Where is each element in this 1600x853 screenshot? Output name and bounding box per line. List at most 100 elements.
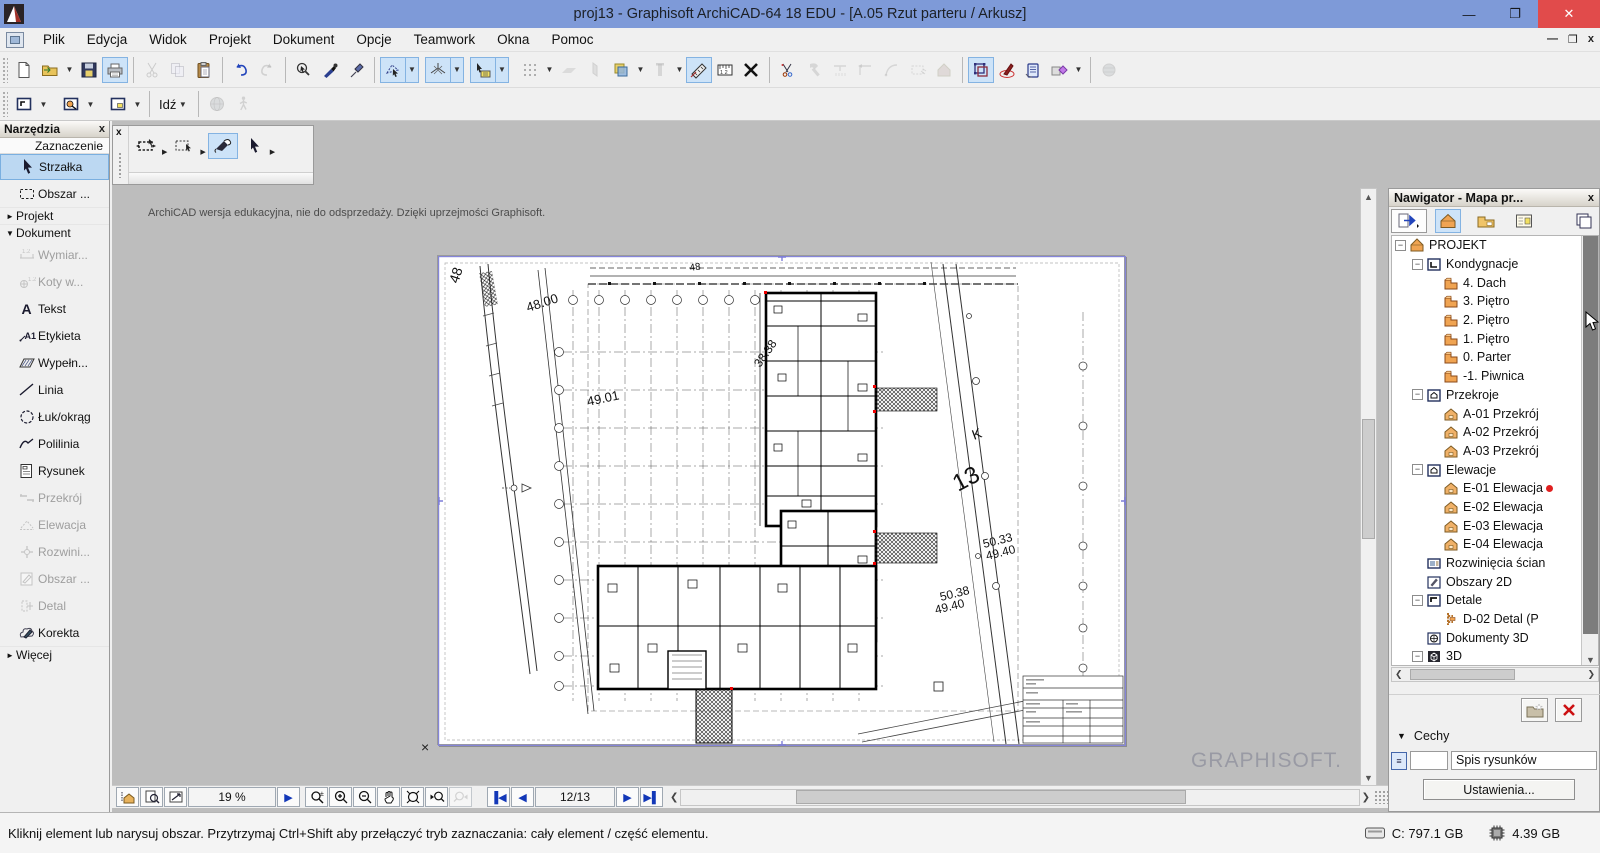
- menu-item[interactable]: Teamwork: [403, 30, 487, 49]
- new-button[interactable]: [11, 57, 37, 83]
- layout-book-dropdown[interactable]: ▼: [131, 91, 144, 117]
- tree-item-label[interactable]: E-04 Elewacja: [1463, 537, 1543, 551]
- toolbox-item[interactable]: Projekt: [0, 207, 109, 224]
- tree-scroll-thumb[interactable]: [1583, 236, 1598, 634]
- frame-selection-button[interactable]: [968, 57, 994, 83]
- menu-item[interactable]: Widok: [138, 30, 198, 49]
- go-button[interactable]: Idź▼: [155, 92, 193, 116]
- tree-row[interactable]: − E-01 Elewacja: [1392, 479, 1582, 498]
- tree-item-label[interactable]: PROJEKT: [1429, 238, 1487, 252]
- toolbox-item[interactable]: Dokument: [0, 224, 109, 241]
- arrow-cursor-button[interactable]: [239, 133, 269, 159]
- toolbox-item[interactable]: 1.2 Koty w...: [0, 268, 109, 295]
- toolbox-item[interactable]: Elewacja: [0, 511, 109, 538]
- tree-item-label[interactable]: A-03 Przekrój: [1463, 444, 1539, 458]
- tree-expand-toggle[interactable]: −: [1395, 240, 1406, 251]
- curve-edit-button[interactable]: [879, 57, 905, 83]
- toolbox-item[interactable]: Łuk/okrąg: [0, 403, 109, 430]
- toolbox-item[interactable]: Obszar ...: [0, 180, 109, 207]
- toolbox-item[interactable]: Polilinia: [0, 430, 109, 457]
- cut-button[interactable]: [139, 57, 165, 83]
- preview-button[interactable]: [140, 787, 163, 807]
- menu-item[interactable]: Opcje: [345, 30, 402, 49]
- next-zoom-button[interactable]: [449, 787, 472, 807]
- tree-row[interactable]: − 4. Dach: [1392, 273, 1582, 292]
- print-button[interactable]: [102, 57, 128, 83]
- vertical-scroll-thumb[interactable]: [1362, 419, 1375, 539]
- cursor-snap-toggle[interactable]: [470, 57, 496, 83]
- tree-scroll-right-icon[interactable]: ❯: [1587, 669, 1595, 680]
- toolbox-item[interactable]: Korekta: [0, 619, 109, 646]
- layout-canvas[interactable]: x ▶ ▶ ▶ ArchiCAD wersja edukacyjna, nie …: [110, 121, 1388, 812]
- project-chooser-dropdown[interactable]: ▼: [37, 91, 50, 117]
- tree-row[interactable]: − Elewacje: [1392, 460, 1582, 479]
- first-layout-button[interactable]: ▐◀: [487, 787, 510, 807]
- quick-options-button[interactable]: [116, 787, 139, 807]
- copy-button[interactable]: [165, 57, 191, 83]
- canvas-horizontal-scrollbar[interactable]: [680, 789, 1359, 806]
- tree-row[interactable]: − Przekroje: [1392, 386, 1582, 405]
- hscroll-right-icon[interactable]: ❯: [1362, 792, 1370, 803]
- navigator-header[interactable]: Nawigator - Mapa pr... x: [1389, 189, 1599, 207]
- layout-page[interactable]: 484848.0049.0138.38K1350.3349.4050.3849.…: [437, 255, 1125, 745]
- horizontal-scroll-thumb[interactable]: [796, 790, 1186, 804]
- new-layout-button[interactable]: [1521, 698, 1548, 722]
- split-button[interactable]: [775, 57, 801, 83]
- grid-snap-dropdown[interactable]: ▼: [543, 57, 556, 83]
- tree-row[interactable]: − A-03 Przekrój: [1392, 442, 1582, 461]
- tree-item-label[interactable]: D-02 Detal (P: [1463, 612, 1539, 626]
- previous-layout-button[interactable]: ◀: [511, 787, 534, 807]
- tree-expand-toggle[interactable]: −: [1412, 595, 1423, 606]
- tree-item-label[interactable]: 1. Piętro: [1463, 332, 1510, 346]
- tree-row[interactable]: − A-01 Przekrój: [1392, 404, 1582, 423]
- organizer-button[interactable]: [1020, 57, 1046, 83]
- layout-book-button[interactable]: [1511, 209, 1537, 233]
- tree-hscroll-thumb[interactable]: [1410, 669, 1515, 680]
- tree-item-label[interactable]: E-02 Elewacja: [1463, 500, 1543, 514]
- project-map-button[interactable]: [1435, 209, 1461, 233]
- toolbox-close-icon[interactable]: x: [99, 123, 105, 135]
- tree-row[interactable]: − Rozwinięcia ścian: [1392, 554, 1582, 573]
- tree-item-label[interactable]: 3D: [1446, 649, 1462, 663]
- tree-row[interactable]: − E-02 Elewacja: [1392, 498, 1582, 517]
- mdi-minimize-button[interactable]: —: [1547, 33, 1558, 46]
- guide-lines-toggle[interactable]: [425, 57, 451, 83]
- open-button[interactable]: [37, 57, 63, 83]
- name-field[interactable]: Spis rysunków: [1451, 751, 1597, 770]
- suspend-groups-dropdown[interactable]: ▼: [406, 57, 419, 83]
- toolbox-item[interactable]: Przekrój: [0, 484, 109, 511]
- paste-button[interactable]: [191, 57, 217, 83]
- fit-drawing-button[interactable]: [164, 787, 187, 807]
- toolbox-header[interactable]: Narzędzia x: [0, 121, 109, 138]
- element-snap-button[interactable]: [647, 57, 673, 83]
- quick-select-button[interactable]: [208, 133, 238, 159]
- tree-row[interactable]: − 1. Piętro: [1392, 329, 1582, 348]
- adjust-button[interactable]: [801, 57, 827, 83]
- zoom-out-button[interactable]: [353, 787, 376, 807]
- menu-item[interactable]: Edycja: [76, 30, 139, 49]
- layout-number-field[interactable]: 12/13: [535, 787, 615, 807]
- toolbar-grip[interactable]: [2, 57, 8, 83]
- tree-item-label[interactable]: 4. Dach: [1463, 276, 1506, 290]
- marquee-single-button[interactable]: [169, 133, 199, 159]
- teamwork-button[interactable]: [1096, 57, 1122, 83]
- zoom-level-field[interactable]: 19 %: [188, 787, 276, 807]
- tree-horizontal-scrollbar[interactable]: ❮ ❯: [1391, 667, 1599, 682]
- cursor-snap-dropdown[interactable]: ▼: [496, 57, 509, 83]
- tree-row[interactable]: − A-02 Przekrój: [1392, 423, 1582, 442]
- tree-item-label[interactable]: Przekroje: [1446, 388, 1499, 402]
- grid-snap-button[interactable]: [517, 57, 543, 83]
- next-layout-button[interactable]: ▶: [616, 787, 639, 807]
- menu-item[interactable]: Dokument: [262, 30, 346, 49]
- settings-button[interactable]: Ustawienia...: [1423, 779, 1575, 800]
- tree-row[interactable]: − 0. Parter: [1392, 348, 1582, 367]
- toolbox-item[interactable]: Obszar ...: [0, 565, 109, 592]
- tree-row[interactable]: − Detale: [1392, 591, 1582, 610]
- tree-row[interactable]: − E-03 Elewacja: [1392, 516, 1582, 535]
- tree-item-label[interactable]: 2. Piętro: [1463, 313, 1510, 327]
- toolbox-item[interactable]: Rozwini...: [0, 538, 109, 565]
- marquee-multi-button[interactable]: [131, 133, 161, 159]
- view-map-button[interactable]: [58, 91, 84, 117]
- gravity-wall-button[interactable]: [582, 57, 608, 83]
- menu-item[interactable]: Pomoc: [540, 30, 604, 49]
